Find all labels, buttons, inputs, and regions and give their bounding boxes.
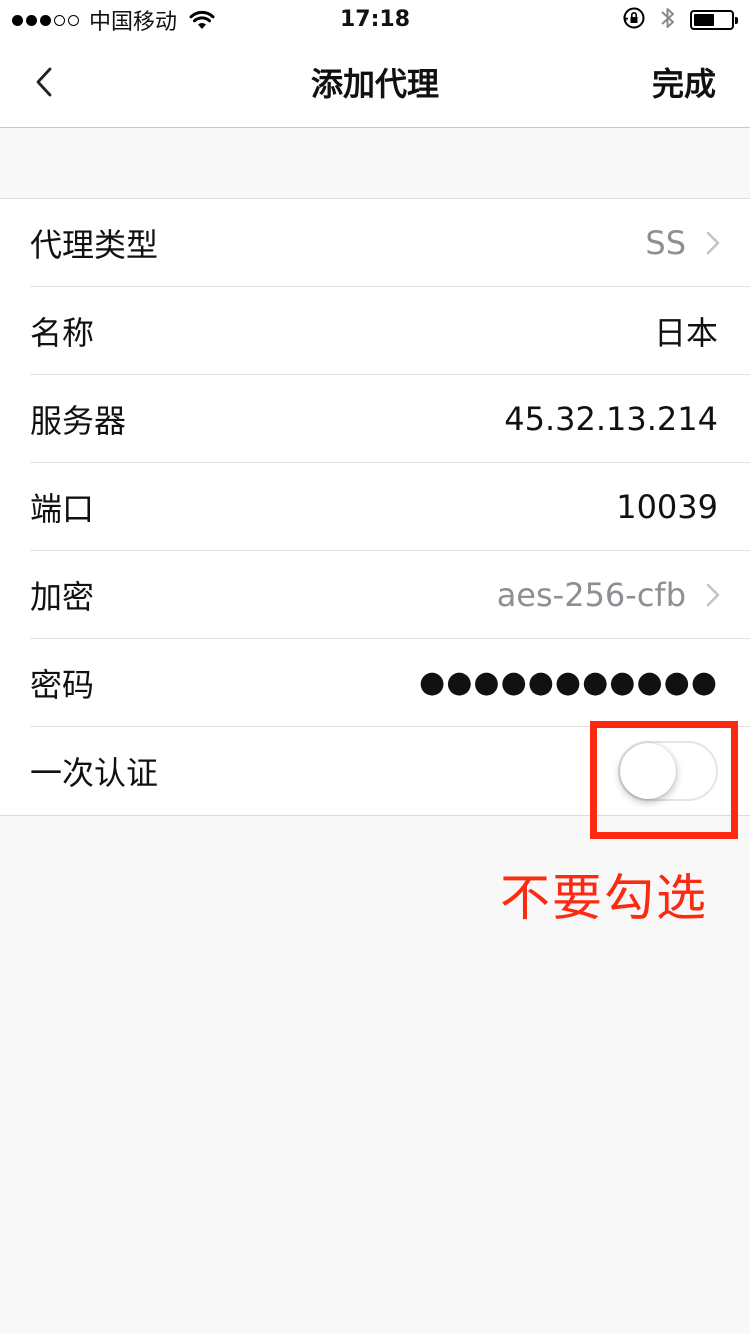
battery-icon xyxy=(690,10,738,30)
row-label: 端口 xyxy=(30,489,95,528)
battery-level xyxy=(694,14,714,26)
proxy-type-value: SS xyxy=(645,224,720,262)
row-label: 服务器 xyxy=(30,401,127,440)
navigation-bar: 添加代理 完成 xyxy=(0,40,750,128)
done-button[interactable]: 完成 xyxy=(652,40,716,128)
server-field[interactable]: 45.32.13.214 xyxy=(504,400,718,438)
row-label: 加密 xyxy=(30,577,95,616)
password-field[interactable]: ●●●●●●●●●●● xyxy=(419,665,718,700)
encryption-value: aes-256-cfb xyxy=(497,576,720,614)
row-one-time-auth: 一次认证 xyxy=(30,727,750,815)
row-label: 密码 xyxy=(30,665,95,704)
one-time-auth-toggle[interactable] xyxy=(618,741,718,801)
toggle-knob[interactable] xyxy=(620,743,676,799)
row-name[interactable]: 名称 日本 xyxy=(30,287,750,375)
bluetooth-icon xyxy=(660,5,676,35)
annotation-text: 不要勾选 xyxy=(500,869,708,927)
row-server[interactable]: 服务器 45.32.13.214 xyxy=(30,375,750,463)
row-port[interactable]: 端口 10039 xyxy=(30,463,750,551)
row-proxy-type[interactable]: 代理类型 SS xyxy=(30,199,750,287)
page-title: 添加代理 xyxy=(310,65,439,103)
chevron-right-icon xyxy=(706,582,720,608)
row-label: 代理类型 xyxy=(30,225,159,264)
proxy-settings-form: 代理类型 SS 名称 日本 服务器 45.32.13.214 端口 10039 … xyxy=(0,198,750,816)
chevron-left-icon xyxy=(36,67,52,97)
back-button[interactable] xyxy=(24,62,64,102)
row-label: 一次认证 xyxy=(30,754,159,792)
row-password[interactable]: 密码 ●●●●●●●●●●● xyxy=(30,639,750,727)
row-encryption[interactable]: 加密 aes-256-cfb xyxy=(30,551,750,639)
name-field[interactable]: 日本 xyxy=(654,308,718,354)
chevron-right-icon xyxy=(706,230,720,256)
orientation-lock-icon xyxy=(622,6,646,34)
status-right xyxy=(622,4,738,36)
port-field[interactable]: 10039 xyxy=(616,488,718,526)
status-bar: 中国移动 17:18 xyxy=(0,0,750,40)
row-label: 名称 xyxy=(30,313,95,352)
toggle-track xyxy=(618,741,718,801)
